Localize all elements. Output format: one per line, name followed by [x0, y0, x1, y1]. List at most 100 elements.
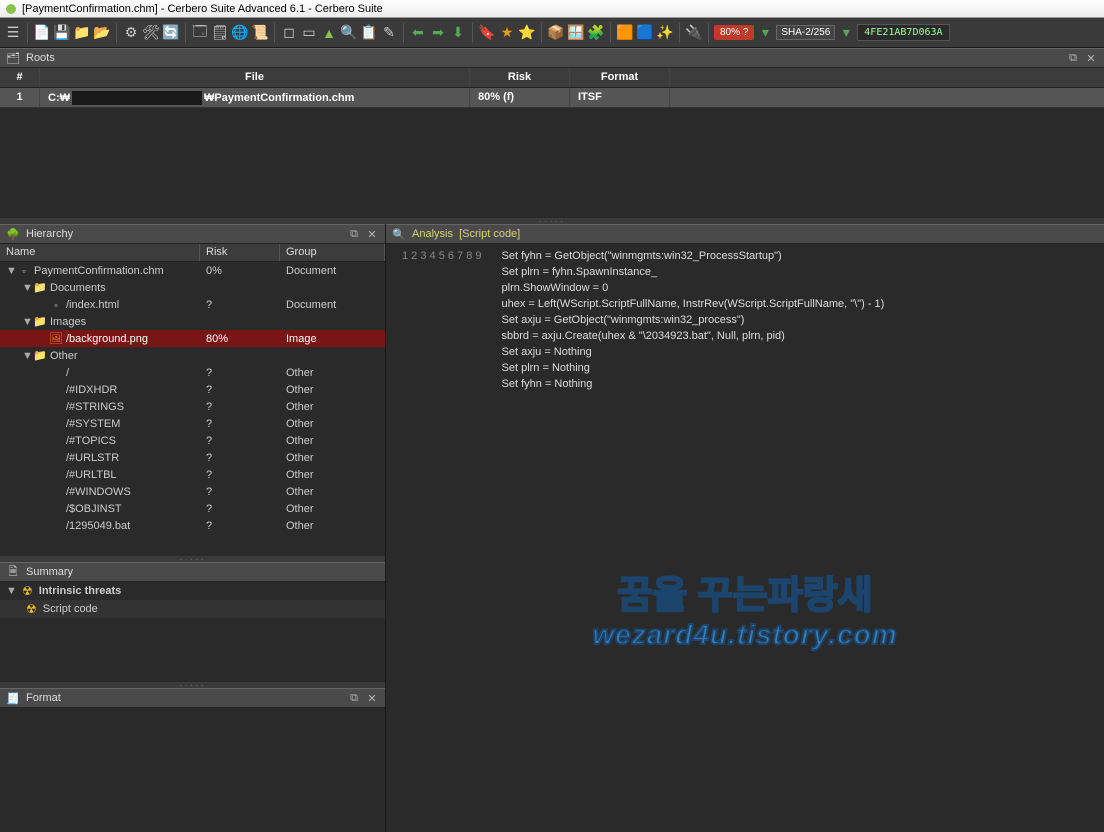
col-index[interactable]: #	[0, 68, 40, 87]
risk-badge[interactable]: 80% ?	[714, 25, 754, 40]
tree-row[interactable]: /#URLTBL?Other	[0, 466, 385, 483]
app-icon	[4, 2, 18, 16]
gear-icon[interactable]: ⚙	[122, 24, 140, 42]
summary-icon: 🗎	[6, 565, 20, 579]
tree-row[interactable]: /1295049.bat?Other	[0, 517, 385, 534]
tree-row[interactable]: /?Other	[0, 364, 385, 381]
col-risk[interactable]: Risk	[470, 68, 570, 87]
flag1-icon[interactable]: 🟧	[616, 24, 634, 42]
analysis-subtitle: [Script code]	[459, 228, 520, 240]
hash-value[interactable]: 4FE21AB7D063A	[857, 24, 949, 41]
tree-row[interactable]: /#TOPICS?Other	[0, 432, 385, 449]
pencil-icon[interactable]: ✎	[380, 24, 398, 42]
roots-title: Roots	[26, 52, 55, 64]
roots-table: # File Risk Format 1C:₩₩PaymentConfirmat…	[0, 68, 1104, 218]
tool2-icon[interactable]: 🪟	[567, 24, 585, 42]
threat-item[interactable]: ☢ Script code	[0, 600, 385, 618]
save-icon[interactable]: 💾	[53, 24, 71, 42]
down2-icon[interactable]: ▾	[837, 24, 855, 42]
format-body	[0, 708, 385, 832]
tree-row[interactable]: /#SYSTEM?Other	[0, 415, 385, 432]
box2-icon[interactable]: ▭	[300, 24, 318, 42]
hierarchy-header: 🌳 Hierarchy ⧉ ✕	[0, 224, 385, 244]
tree-row[interactable]: ▼📁Images	[0, 313, 385, 330]
flag2-icon[interactable]: 🟦	[636, 24, 654, 42]
search-icon[interactable]: 🔍	[340, 24, 358, 42]
list-icon[interactable]: 🗒	[211, 24, 229, 42]
restore-icon[interactable]: ⧉	[347, 691, 361, 705]
roots-table-head: # File Risk Format	[0, 68, 1104, 88]
new-icon[interactable]: 📄	[33, 24, 51, 42]
bookmark-icon[interactable]: 🔖	[478, 24, 496, 42]
close-icon[interactable]: ✕	[1084, 51, 1098, 65]
chevron-down-icon: ▼	[6, 585, 16, 597]
tree-row[interactable]: /#URLSTR?Other	[0, 449, 385, 466]
hash-algo-select[interactable]: SHA-2/256	[776, 25, 835, 40]
back-icon[interactable]: ⬅	[409, 24, 427, 42]
threat-label: Script code	[43, 603, 98, 615]
summary-header: 🗎 Summary	[0, 562, 385, 582]
radiation-icon: ☢	[26, 602, 37, 616]
summary-body: ▼ ☢ Intrinsic threats ☢ Script code	[0, 582, 385, 682]
main-toolbar: ☰ 📄 💾 📁 📂 ⚙ 🛠 🔄 🗔 🗒 🌐 📜 ◻ ▭ ▲ 🔍 📋 ✎ ⬅ ➡ …	[0, 18, 1104, 48]
tree-row[interactable]: /#IDXHDR?Other	[0, 381, 385, 398]
folder-icon[interactable]: 📂	[93, 24, 111, 42]
menu-icon[interactable]: ☰	[4, 24, 22, 42]
down-arrow-icon[interactable]: ▾	[756, 24, 774, 42]
tree-row[interactable]: /#STRINGS?Other	[0, 398, 385, 415]
globe-icon[interactable]: 🌐	[231, 24, 249, 42]
doc-icon[interactable]: 📋	[360, 24, 378, 42]
forward-icon[interactable]: ➡	[429, 24, 447, 42]
hierarchy-icon: 🌳	[6, 227, 20, 241]
tree-icon[interactable]: ▲	[320, 24, 338, 42]
threats-heading[interactable]: ▼ ☢ Intrinsic threats	[0, 582, 385, 600]
plug-icon[interactable]: 🔌	[685, 24, 703, 42]
format-icon: 🧾	[6, 691, 20, 705]
tree-row[interactable]: ▼▫PaymentConfirmation.chm0%Document	[0, 262, 385, 279]
tree-row[interactable]: ▼📁Other	[0, 347, 385, 364]
col-name[interactable]: Name	[0, 244, 200, 261]
roots-icon: 🗂	[6, 51, 20, 65]
close-icon[interactable]: ✕	[365, 691, 379, 705]
col-format[interactable]: Format	[570, 68, 670, 87]
script-icon[interactable]: 📜	[251, 24, 269, 42]
tree-row[interactable]: ▼📁Documents	[0, 279, 385, 296]
summary-title: Summary	[26, 566, 73, 578]
radiation-icon: ☢	[22, 584, 33, 598]
box-icon[interactable]: ◻	[280, 24, 298, 42]
threats-title: Intrinsic threats	[39, 585, 122, 597]
code-area[interactable]: 1 2 3 4 5 6 7 8 9 Set fyhn = GetObject("…	[386, 244, 1104, 832]
window-title: [PaymentConfirmation.chm] - Cerbero Suit…	[22, 3, 383, 15]
code-lines: Set fyhn = GetObject("winmgmts:win32_Pro…	[492, 244, 895, 832]
format-title: Format	[26, 692, 61, 704]
roots-header: 🗂 Roots ⧉ ✕	[0, 48, 1104, 68]
tree-row[interactable]: ▫/index.html?Document	[0, 296, 385, 313]
restore-icon[interactable]: ⧉	[1066, 51, 1080, 65]
line-numbers: 1 2 3 4 5 6 7 8 9	[386, 244, 492, 832]
analysis-header: 🔍 Analysis [Script code]	[386, 224, 1104, 244]
hierarchy-table-head: Name Risk Group	[0, 244, 385, 262]
wand-icon[interactable]: ✨	[656, 24, 674, 42]
title-bar: [PaymentConfirmation.chm] - Cerbero Suit…	[0, 0, 1104, 18]
open-icon[interactable]: 📁	[73, 24, 91, 42]
col-file[interactable]: File	[40, 68, 470, 87]
tree-row[interactable]: 🖼/background.png80%Image	[0, 330, 385, 347]
tool3-icon[interactable]: 🧩	[587, 24, 605, 42]
window-icon[interactable]: 🗔	[191, 24, 209, 42]
tree-row[interactable]: /$OBJINST?Other	[0, 500, 385, 517]
down-icon[interactable]: ⬇	[449, 24, 467, 42]
tree-row[interactable]: /#WINDOWS?Other	[0, 483, 385, 500]
hierarchy-body: Name Risk Group ▼▫PaymentConfirmation.ch…	[0, 244, 385, 556]
tool1-icon[interactable]: 📦	[547, 24, 565, 42]
table-row[interactable]: 1C:₩₩PaymentConfirmation.chm80% (f)ITSF	[0, 88, 1104, 108]
doc-gear-icon[interactable]: 🛠	[142, 24, 160, 42]
col-group[interactable]: Group	[280, 244, 385, 261]
star-icon[interactable]: ★	[498, 24, 516, 42]
analysis-title: Analysis	[412, 228, 453, 240]
close-icon[interactable]: ✕	[365, 227, 379, 241]
restore-icon[interactable]: ⧉	[347, 227, 361, 241]
star2-icon[interactable]: ⭐	[518, 24, 536, 42]
col-risk[interactable]: Risk	[200, 244, 280, 261]
hierarchy-title: Hierarchy	[26, 228, 73, 240]
refresh-icon[interactable]: 🔄	[162, 24, 180, 42]
